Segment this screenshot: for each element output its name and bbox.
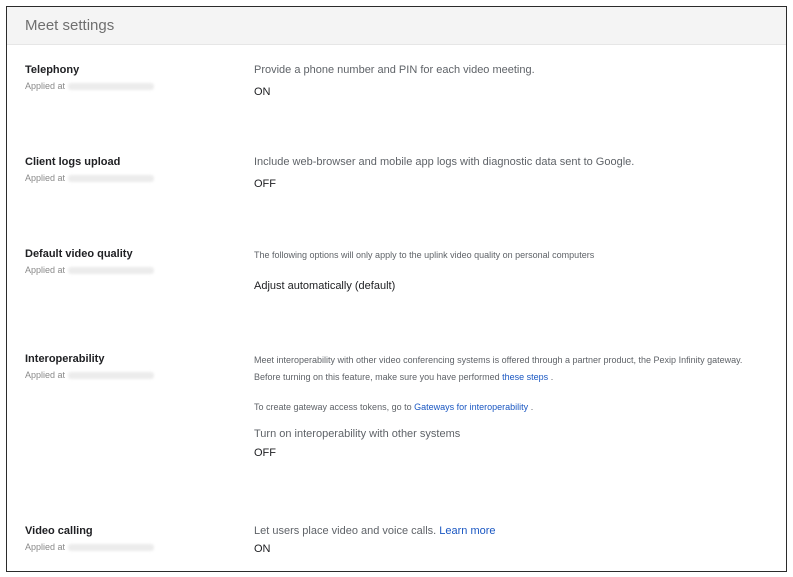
setting-value: Adjust automatically (default): [254, 280, 396, 292]
applied-at: Applied at: [25, 542, 235, 552]
setting-title: Telephony: [25, 64, 80, 76]
redacted-org: [68, 544, 155, 552]
gateway-tokens-text: To create gateway access tokens, go to G…: [254, 402, 534, 412]
panel-header: Meet settings: [7, 7, 786, 45]
setting-title: Client logs upload: [25, 156, 121, 168]
interop-toggle-label: Turn on interoperability with other syst…: [254, 428, 461, 440]
setting-description: Include web-browser and mobile app logs …: [254, 156, 635, 168]
redacted-org: [68, 175, 155, 183]
setting-description: Let users place video and voice calls. L…: [254, 525, 496, 537]
setting-title: Interoperability: [25, 353, 105, 365]
setting-title: Default video quality: [25, 248, 133, 260]
setting-note: The following options will only apply to…: [254, 250, 595, 260]
learn-more-link[interactable]: Learn more: [439, 525, 495, 537]
meet-settings-panel: Meet settings Telephony Applied at Provi…: [6, 6, 787, 572]
applied-at: Applied at: [25, 370, 235, 380]
these-steps-link[interactable]: these steps: [502, 372, 548, 382]
interop-description: Meet interoperability with other video c…: [254, 352, 784, 386]
interop-line-1: Meet interoperability with other video c…: [254, 355, 743, 365]
applied-at: Applied at: [25, 265, 235, 275]
setting-value: OFF: [254, 447, 276, 459]
applied-at: Applied at: [25, 173, 235, 183]
interop-line-2: Before turning on this feature, make sur…: [254, 372, 554, 382]
redacted-org: [68, 83, 155, 91]
setting-title: Video calling: [25, 525, 93, 537]
setting-value: OFF: [254, 178, 276, 190]
redacted-org: [68, 372, 155, 380]
applied-at: Applied at: [25, 81, 235, 91]
setting-description: Provide a phone number and PIN for each …: [254, 64, 535, 76]
setting-value: ON: [254, 86, 271, 98]
redacted-org: [68, 267, 155, 275]
setting-value: ON: [254, 543, 271, 555]
gateways-link[interactable]: Gateways for interoperability: [414, 402, 528, 412]
panel-title: Meet settings: [25, 17, 115, 34]
